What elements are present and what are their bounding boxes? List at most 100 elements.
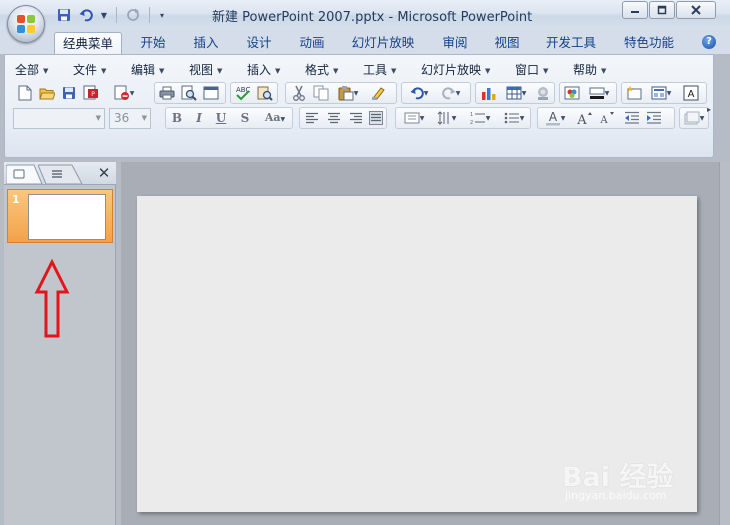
ribbon-overflow-icon[interactable]: ▸	[707, 105, 711, 114]
font-size-value: 36	[114, 111, 130, 125]
tab-classic-menu[interactable]: 经典菜单	[54, 32, 122, 54]
align-center-icon[interactable]	[324, 108, 344, 128]
redo-icon[interactable]	[123, 6, 143, 24]
permission-icon[interactable]: ▼	[109, 83, 139, 103]
undo-icon[interactable]: ▼	[404, 83, 434, 103]
cut-icon[interactable]	[289, 83, 309, 103]
minimize-button[interactable]	[622, 1, 648, 19]
save-icon[interactable]	[54, 6, 74, 24]
menu-label: 插入	[247, 63, 272, 77]
paste-icon[interactable]: ▼	[333, 83, 363, 103]
change-case-icon[interactable]: Aa▼	[259, 108, 291, 128]
tab-design[interactable]: 设计	[236, 32, 282, 54]
menu-tools[interactable]: 工具 ▼	[363, 60, 396, 80]
research-icon[interactable]	[255, 83, 275, 103]
format-painter-icon[interactable]	[369, 83, 389, 103]
slide-thumbnail[interactable]: 1	[7, 189, 113, 243]
dropdown-arrow-icon: ▼	[560, 114, 566, 122]
tab-home[interactable]: 开始	[129, 32, 177, 54]
menu-all[interactable]: 全部 ▼	[15, 60, 48, 80]
slide-color-icon[interactable]	[562, 83, 582, 103]
undo-dropdown-icon[interactable]: ▼	[98, 11, 110, 20]
undo-icon[interactable]	[76, 6, 96, 24]
text-direction-icon[interactable]: ▼	[399, 108, 429, 128]
screen-view-icon[interactable]	[201, 83, 221, 103]
shrink-font-icon[interactable]: A	[596, 108, 616, 128]
underline-icon[interactable]: U	[211, 108, 231, 128]
print-icon[interactable]	[157, 83, 177, 103]
quick-access-toolbar: ▼ ▾	[54, 5, 168, 25]
customize-qat-icon[interactable]: ▾	[156, 11, 168, 20]
menu-label: 幻灯片放映	[421, 63, 482, 77]
tab-review[interactable]: 审阅	[432, 32, 478, 54]
justify-icon[interactable]	[366, 108, 386, 128]
decrease-indent-icon[interactable]	[622, 108, 642, 128]
restore-button[interactable]	[649, 1, 675, 19]
dropdown-arrow-icon: ▼	[521, 89, 527, 97]
text-shadow-icon[interactable]: S	[235, 108, 255, 128]
font-size-combo[interactable]: 36 ▼	[109, 108, 151, 129]
qat-separator	[116, 7, 117, 23]
align-left-icon[interactable]	[302, 108, 322, 128]
insert-chart-icon[interactable]	[479, 83, 499, 103]
menu-window[interactable]: 窗口 ▼	[515, 60, 548, 80]
menu-insert[interactable]: 插入 ▼	[247, 60, 280, 80]
line-spacing-icon[interactable]: ▼	[431, 108, 461, 128]
close-button[interactable]	[676, 1, 716, 19]
menu-slide-show[interactable]: 幻灯片放映 ▼	[421, 60, 490, 80]
svg-text:A: A	[549, 110, 558, 124]
menu-format[interactable]: 格式 ▼	[305, 60, 338, 80]
insert-clip-art-icon[interactable]	[533, 83, 553, 103]
font-color-icon[interactable]: A ▼	[540, 108, 570, 128]
standard-toolbar: P ▼ ABC ▼ ▼ ▼ ▼ ▼ ▼ A	[13, 82, 708, 105]
redo-icon[interactable]: ▼	[436, 83, 466, 103]
save-icon[interactable]	[59, 83, 79, 103]
tab-slide-show[interactable]: 幻灯片放映	[345, 32, 421, 54]
annotation-up-arrow	[34, 259, 70, 338]
line-color-icon[interactable]: ▼	[584, 83, 614, 103]
menu-label: 窗口	[515, 63, 540, 77]
dropdown-arrow-icon: ▼	[519, 114, 525, 122]
font-name-combo[interactable]: ▼	[13, 108, 105, 129]
svg-text:P: P	[91, 91, 95, 98]
slide-design-icon[interactable]: ▼	[681, 108, 707, 128]
window-controls	[622, 1, 716, 19]
slide-layout-icon[interactable]: ▼	[646, 83, 676, 103]
office-logo-icon	[17, 15, 35, 33]
insert-table-icon[interactable]: ▼	[501, 83, 531, 103]
open-folder-icon[interactable]	[37, 83, 57, 103]
tab-insert[interactable]: 插入	[183, 32, 229, 54]
tab-animations[interactable]: 动画	[289, 32, 335, 54]
dropdown-arrow-icon: ▼	[455, 89, 461, 97]
bold-icon[interactable]: B	[167, 108, 187, 128]
office-button[interactable]	[7, 5, 45, 43]
tab-slides[interactable]	[5, 164, 43, 185]
save-as-pdf-icon[interactable]: P	[81, 83, 101, 103]
menu-file[interactable]: 文件 ▼	[73, 60, 106, 80]
chevron-down-icon: ▼	[95, 114, 101, 122]
tab-developer[interactable]: 开发工具	[538, 32, 604, 54]
italic-icon[interactable]: I	[189, 108, 209, 128]
close-pane-icon[interactable]: ✕	[96, 165, 112, 181]
menu-edit[interactable]: 编辑 ▼	[131, 60, 164, 80]
increase-indent-icon[interactable]	[644, 108, 664, 128]
help-icon[interactable]: ?	[702, 35, 716, 49]
slide-thumbnail-image	[28, 194, 106, 240]
bullets-icon[interactable]: ▼	[499, 108, 529, 128]
new-slide-icon[interactable]	[624, 83, 644, 103]
menu-view[interactable]: 视图 ▼	[189, 60, 222, 80]
tab-outline[interactable]	[37, 164, 84, 185]
align-right-icon[interactable]	[346, 108, 366, 128]
new-document-icon[interactable]	[15, 83, 35, 103]
tab-view[interactable]: 视图	[484, 32, 530, 54]
spelling-icon[interactable]: ABC	[233, 83, 253, 103]
grow-font-icon[interactable]: A	[574, 108, 594, 128]
pane-tab-strip: ✕	[4, 162, 116, 185]
print-preview-icon[interactable]	[179, 83, 199, 103]
numbering-icon[interactable]: 1 2 ▼	[465, 108, 495, 128]
menu-label: 编辑	[131, 63, 156, 77]
copy-icon[interactable]	[311, 83, 331, 103]
text-box-icon[interactable]: A	[678, 83, 704, 103]
menu-help[interactable]: 帮助 ▼	[573, 60, 606, 80]
tab-special-features[interactable]: 特色功能	[616, 32, 682, 54]
